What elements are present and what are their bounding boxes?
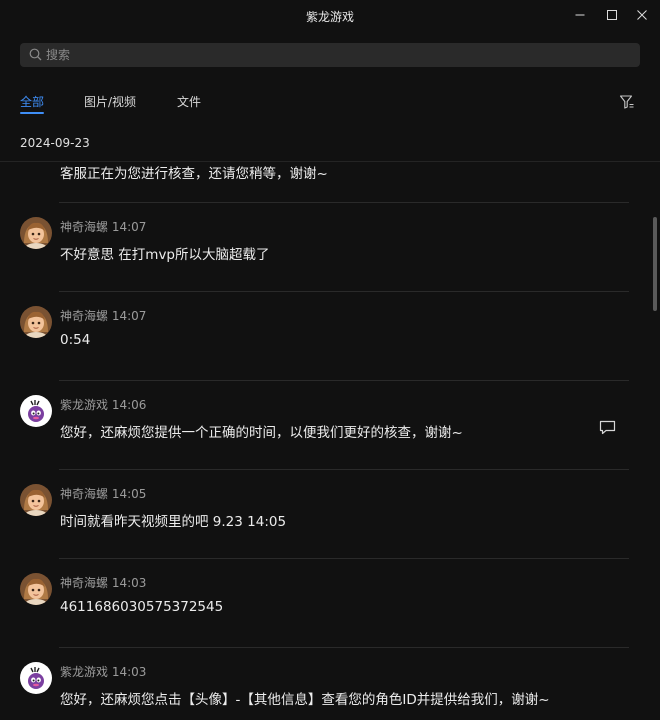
message-sender: 神奇海螺 14:03	[60, 576, 147, 590]
scrollbar-thumb[interactable]	[653, 217, 657, 311]
message-sender: 神奇海螺 14:05	[60, 487, 147, 501]
window-title: 紫龙游戏	[305, 10, 354, 24]
message-item: 神奇海螺 14:05 时间就看昨天视频里的吧 9.23 14:05	[0, 469, 648, 558]
avatar-user	[20, 306, 52, 338]
avatar-user	[20, 573, 52, 605]
message-item: 神奇海螺 14:03 4611686030575372545	[0, 558, 648, 647]
message-sender: 神奇海螺 14:07	[60, 309, 147, 323]
message-history-list[interactable]: 客服正在为您进行核查，还请您稍等，谢谢~ 神奇海螺 14:07 不好意思 在打m…	[0, 162, 648, 720]
message-item: 紫龙游戏 14:06 您好，还麻烦您提供一个正确的时间，以便我们更好的核查，谢谢…	[0, 380, 648, 469]
tab-all[interactable]: 全部	[20, 93, 44, 110]
scrollbar[interactable]	[650, 162, 660, 720]
avatar-ziloong	[20, 662, 52, 694]
message-sender: 紫龙游戏 14:03	[60, 665, 147, 679]
message-item: 紫龙游戏 14:03 您好，还麻烦您点击【头像】-【其他信息】查看您的角色ID并…	[0, 647, 648, 720]
tab-files[interactable]: 文件	[177, 93, 201, 110]
avatar-user	[20, 217, 52, 249]
close-icon	[637, 10, 647, 20]
message-text: 您好，还麻烦您点击【头像】-【其他信息】查看您的角色ID并提供给我们，谢谢~	[60, 692, 550, 708]
title-bar: 紫龙游戏	[0, 0, 660, 32]
search-input[interactable]	[46, 45, 626, 65]
message-sender: 紫龙游戏 14:06	[60, 398, 147, 412]
filter-button[interactable]	[619, 94, 635, 114]
maximize-button[interactable]	[598, 4, 626, 26]
message-divider	[59, 291, 629, 292]
filter-icon	[619, 95, 634, 109]
maximize-icon	[607, 10, 617, 20]
minimize-button[interactable]	[566, 4, 594, 26]
message-text: 0:54	[60, 332, 91, 348]
message-divider	[59, 380, 629, 381]
close-button[interactable]	[628, 4, 656, 26]
avatar-user	[20, 484, 52, 516]
minimize-icon	[575, 14, 585, 16]
message-text: 时间就看昨天视频里的吧 9.23 14:05	[60, 514, 287, 530]
tab-media[interactable]: 图片/视频	[84, 93, 136, 110]
search-bar	[20, 43, 640, 67]
comment-icon	[599, 420, 616, 435]
reply-button[interactable]	[599, 420, 616, 439]
date-header: 2024-09-23	[20, 136, 90, 150]
message-sender: 神奇海螺 14:07	[60, 220, 147, 234]
message-divider	[59, 469, 629, 470]
active-tab-indicator	[20, 112, 44, 114]
message-divider	[59, 202, 629, 203]
avatar-ziloong	[20, 395, 52, 427]
message-text: 不好意思 在打mvp所以大脑超载了	[60, 247, 270, 263]
message-text: 客服正在为您进行核查，还请您稍等，谢谢~	[60, 166, 328, 182]
message-item: 神奇海螺 14:07 0:54	[0, 291, 648, 380]
message-item: 神奇海螺 14:07 不好意思 在打mvp所以大脑超载了	[0, 202, 648, 291]
message-text: 4611686030575372545	[60, 599, 224, 615]
search-icon	[29, 48, 42, 61]
message-divider	[59, 558, 629, 559]
message-text: 您好，还麻烦您提供一个正确的时间，以便我们更好的核查，谢谢~	[60, 425, 463, 441]
message-divider	[59, 647, 629, 648]
